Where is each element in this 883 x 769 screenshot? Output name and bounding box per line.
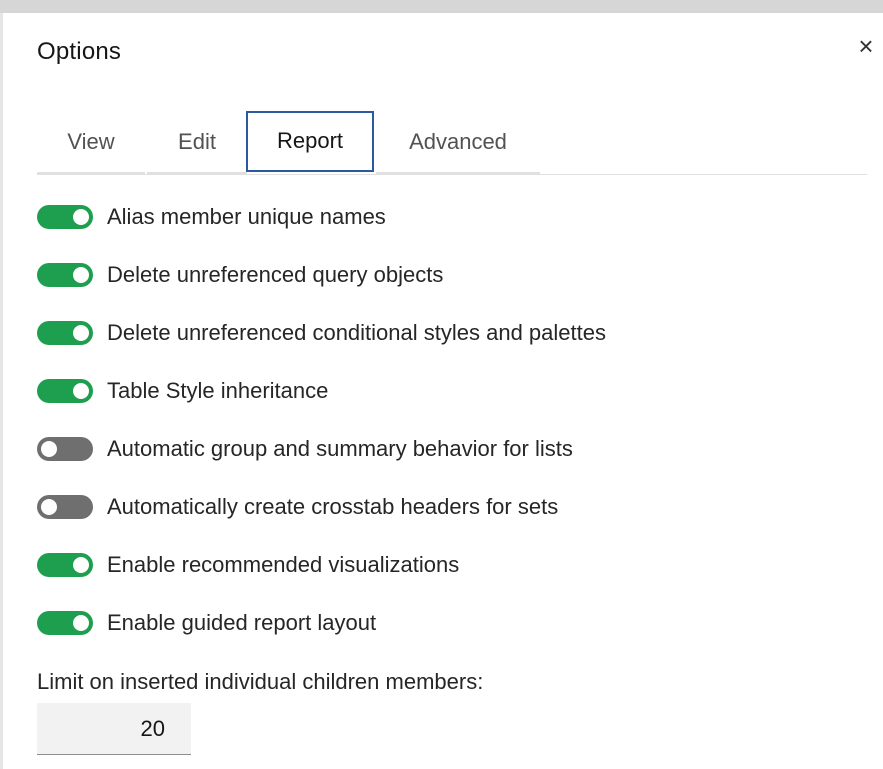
dialog-title: Options xyxy=(37,38,122,65)
toggle-switch[interactable] xyxy=(37,495,93,519)
tab-edit[interactable]: Edit xyxy=(147,112,247,174)
tab-view-label: View xyxy=(67,129,115,154)
toggle-label: Enable recommended visualizations xyxy=(107,552,460,577)
toggle-label: Enable guided report layout xyxy=(107,610,377,635)
toggle-label: Delete unreferenced conditional styles a… xyxy=(107,320,606,345)
toggle-knob xyxy=(41,499,57,515)
tab-bar: View Edit Report Advanced xyxy=(37,111,867,175)
toggle-row-automatic-group-summary: Automatic group and summary behavior for… xyxy=(37,429,573,469)
toggle-row-guided-report-layout: Enable guided report layout xyxy=(37,603,376,643)
toggle-switch[interactable] xyxy=(37,205,93,229)
tab-report-label: Report xyxy=(276,128,344,153)
toggle-row-recommended-visualizations: Enable recommended visualizations xyxy=(37,545,459,585)
tab-bar-divider xyxy=(37,174,867,175)
toggle-knob xyxy=(73,615,89,631)
toggle-label: Table Style inheritance xyxy=(107,378,329,403)
toggle-knob xyxy=(73,267,89,283)
toggle-row-alias-member-unique-names: Alias member unique names xyxy=(37,197,386,237)
toggle-knob xyxy=(73,557,89,573)
tab-edit-label: Edit xyxy=(178,129,216,154)
options-dialog: Options × View Edit Report Advanced Alia… xyxy=(3,13,883,769)
toggle-switch[interactable] xyxy=(37,263,93,287)
limit-label: Limit on inserted individual children me… xyxy=(37,669,484,694)
toggle-label: Delete unreferenced query objects xyxy=(107,262,444,287)
tab-underline xyxy=(147,172,247,174)
toggle-switch[interactable] xyxy=(37,611,93,635)
toggle-row-delete-unreferenced-conditional-styles: Delete unreferenced conditional styles a… xyxy=(37,313,606,353)
toggle-knob xyxy=(73,209,89,225)
top-bar xyxy=(0,0,883,13)
tab-advanced[interactable]: Advanced xyxy=(376,112,540,174)
toggle-knob xyxy=(41,441,57,457)
toggle-switch[interactable] xyxy=(37,553,93,577)
tab-report[interactable]: Report xyxy=(246,111,374,172)
toggle-label: Automatic group and summary behavior for… xyxy=(107,436,573,461)
tab-view[interactable]: View xyxy=(37,112,145,174)
toggle-label: Alias member unique names xyxy=(107,204,386,229)
toggle-row-delete-unreferenced-query-objects: Delete unreferenced query objects xyxy=(37,255,443,295)
tab-underline xyxy=(376,172,540,174)
toggle-knob xyxy=(73,383,89,399)
tab-advanced-label: Advanced xyxy=(409,129,507,154)
toggle-switch[interactable] xyxy=(37,321,93,345)
tab-underline xyxy=(37,172,145,174)
limit-input[interactable] xyxy=(37,703,191,755)
close-icon[interactable]: × xyxy=(853,33,879,59)
toggle-knob xyxy=(73,325,89,341)
toggle-label: Automatically create crosstab headers fo… xyxy=(107,494,559,519)
toggle-row-table-style-inheritance: Table Style inheritance xyxy=(37,371,328,411)
toggle-switch[interactable] xyxy=(37,379,93,403)
toggle-row-crosstab-headers-for-sets: Automatically create crosstab headers fo… xyxy=(37,487,558,527)
toggle-switch[interactable] xyxy=(37,437,93,461)
